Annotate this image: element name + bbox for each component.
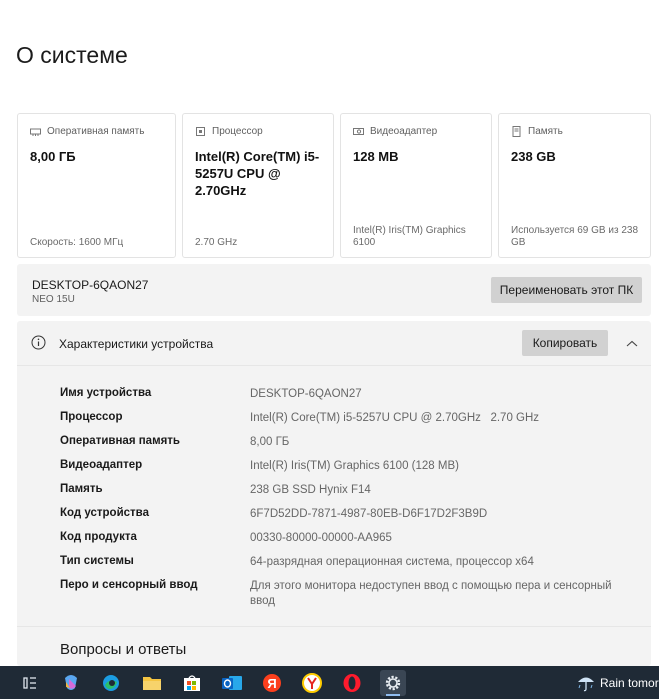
spec-row: Видеоадаптер Intel(R) Iris(TM) Graphics …	[17, 459, 651, 483]
storage-icon	[511, 126, 522, 137]
spec-value: 8,00 ГБ	[250, 436, 290, 448]
card-value: 238 GB	[511, 149, 556, 164]
file-explorer-icon[interactable]	[139, 670, 165, 696]
spec-row: Тип системы 64-разрядная операционная си…	[17, 555, 651, 579]
taskbar: Я Rain tomor	[0, 666, 659, 699]
card-value: 8,00 ГБ	[30, 149, 76, 164]
device-name: DESKTOP-6QAON27	[32, 278, 149, 292]
chevron-up-icon[interactable]	[625, 336, 639, 347]
card-sub: Скорость: 1600 МГц	[30, 237, 124, 248]
spec-value: 00330-80000-00000-AA965	[250, 532, 392, 544]
device-name-bar: DESKTOP-6QAON27 NEO 15U Переименовать эт…	[17, 264, 651, 316]
card-sub: Используется 69 GB из 238 GB	[511, 225, 639, 248]
weather-widget-text[interactable]: Rain tomor	[600, 676, 659, 690]
device-specs-title: Характеристики устройства	[59, 337, 214, 351]
spec-value: Intel(R) Iris(TM) Graphics 6100 (128 MB)	[250, 460, 459, 472]
copy-button[interactable]: Копировать	[522, 330, 608, 356]
spec-label: Код устройства	[60, 507, 149, 519]
microsoft-store-icon[interactable]	[179, 670, 205, 696]
card-processor[interactable]: Процессор Intel(R) Core(TM) i5-5257U CPU…	[182, 113, 334, 258]
spec-value: 238 GB SSD Hynix F14	[250, 484, 371, 496]
spec-cards: Оперативная память 8,00 ГБ Скорость: 160…	[17, 113, 651, 258]
card-label: Видеоадаптер	[370, 126, 438, 137]
yandex-browser-icon[interactable]	[299, 670, 325, 696]
device-specs-header[interactable]: Характеристики устройства Копировать	[17, 321, 651, 366]
gpu-icon	[353, 126, 364, 137]
task-view-icon[interactable]	[17, 670, 43, 696]
device-model: NEO 15U	[32, 294, 75, 305]
spec-value: Intel(R) Core(TM) i5-5257U CPU @ 2.70GHz…	[250, 412, 540, 424]
settings-icon[interactable]	[380, 670, 406, 696]
spec-value: DESKTOP-6QAON27	[250, 388, 362, 400]
page-title: О системе	[16, 42, 128, 68]
spec-row: Код устройства 6F7D52DD-7871-4987-80EB-D…	[17, 507, 651, 531]
spec-row: Перо и сенсорный ввод Для этого монитора…	[17, 579, 651, 613]
spec-label: Процессор	[60, 411, 123, 423]
card-gpu[interactable]: Видеоадаптер 128 MB Intel(R) Iris(TM) Gr…	[340, 113, 492, 258]
spec-label: Оперативная память	[60, 435, 180, 447]
spec-row: Код продукта 00330-80000-00000-AA965	[17, 531, 651, 555]
card-label: Оперативная память	[47, 126, 145, 137]
spec-row: Память 238 GB SSD Hynix F14	[17, 483, 651, 507]
card-label: Процессор	[212, 126, 263, 137]
rename-pc-button[interactable]: Переименовать этот ПК	[491, 277, 642, 303]
svg-text:Я: Я	[267, 676, 276, 691]
card-value: Intel(R) Core(TM) i5-5257U CPU @ 2.70GHz	[195, 149, 320, 198]
spec-label: Перо и сенсорный ввод	[60, 579, 198, 591]
spec-row: Оперативная память 8,00 ГБ	[17, 435, 651, 459]
outlook-icon[interactable]	[219, 670, 245, 696]
memory-icon	[30, 126, 41, 137]
edge-icon[interactable]	[98, 670, 124, 696]
info-icon	[31, 335, 46, 350]
spec-label: Код продукта	[60, 531, 137, 543]
spec-label: Видеоадаптер	[60, 459, 143, 471]
divider	[17, 626, 651, 627]
spec-value: 64-разрядная операционная система, проце…	[250, 556, 534, 568]
spec-row: Процессор Intel(R) Core(TM) i5-5257U CPU…	[17, 411, 651, 435]
spec-value: Для этого монитора недоступен ввод с пом…	[250, 580, 612, 607]
spec-label: Имя устройства	[60, 387, 152, 399]
processor-icon	[195, 126, 206, 137]
spec-label: Память	[60, 483, 103, 495]
card-storage[interactable]: Память 238 GB Используется 69 GB из 238 …	[498, 113, 651, 258]
card-sub: Intel(R) Iris(TM) Graphics 6100	[353, 225, 466, 248]
rain-umbrella-icon[interactable]	[573, 670, 599, 696]
card-ram[interactable]: Оперативная память 8,00 ГБ Скорость: 160…	[17, 113, 176, 258]
card-sub: 2.70 GHz	[195, 237, 238, 248]
opera-icon[interactable]	[339, 670, 365, 696]
copilot-icon[interactable]	[58, 670, 84, 696]
card-label: Память	[528, 126, 563, 137]
yandex-icon[interactable]: Я	[259, 670, 285, 696]
spec-label: Тип системы	[60, 555, 134, 567]
spec-value: 6F7D52DD-7871-4987-80EB-D6F17D2F3B9D	[250, 508, 488, 520]
device-specs-panel: Характеристики устройства Копировать Имя…	[17, 321, 651, 666]
card-value: 128 MB	[353, 149, 399, 164]
faq-title[interactable]: Вопросы и ответы	[60, 641, 186, 658]
spec-row: Имя устройства DESKTOP-6QAON27	[17, 387, 651, 411]
